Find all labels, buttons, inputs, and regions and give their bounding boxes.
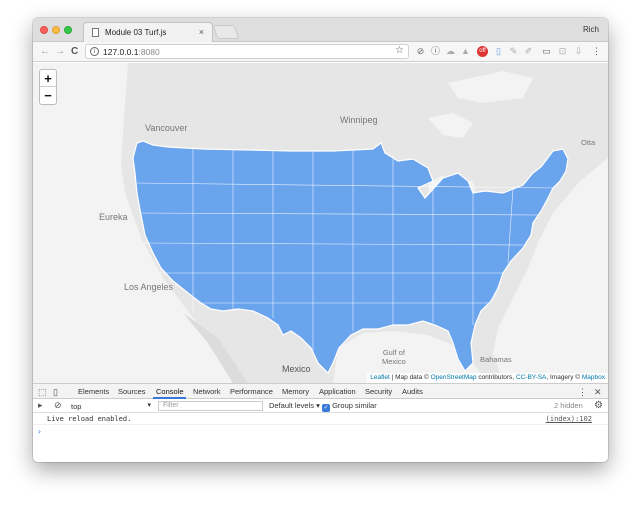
label-gulf-of-mexico: Gulf of Mexico bbox=[382, 348, 406, 366]
extension-off-icon[interactable]: off bbox=[477, 46, 488, 57]
console-toolbar: ▸ ⊘ top ▾ Filter Default levels ▾ ✓ Grou… bbox=[33, 399, 608, 413]
url-host: 127.0.0.1 bbox=[103, 47, 139, 57]
label-gulf-line2: Mexico bbox=[382, 357, 406, 366]
device-toolbar-icon[interactable]: ▯ bbox=[53, 387, 58, 398]
tab-security[interactable]: Security bbox=[365, 387, 392, 396]
devtools-close-icon[interactable]: ✕ bbox=[594, 387, 602, 398]
context-value: top bbox=[71, 402, 82, 411]
context-selector[interactable]: top ▾ bbox=[71, 401, 151, 412]
console-output[interactable]: Live reload enabled. (index):102 › bbox=[33, 413, 608, 462]
log-source-link[interactable]: (index):102 bbox=[546, 415, 592, 423]
extension-blocker-icon[interactable]: ⊘ bbox=[415, 46, 426, 57]
inspect-element-icon[interactable]: ⬚ bbox=[38, 387, 47, 398]
map-attribution: Leaflet | Map data © OpenStreetMap contr… bbox=[367, 373, 608, 383]
checkbox-checked-icon[interactable]: ✓ bbox=[322, 404, 330, 412]
extension-shield-icon[interactable]: ⊡ bbox=[557, 46, 568, 57]
page-icon bbox=[92, 28, 99, 37]
url-port: :8080 bbox=[138, 47, 160, 57]
log-text: Live reload enabled. bbox=[47, 415, 132, 423]
group-similar-label: Group similar bbox=[332, 401, 377, 410]
label-winnipeg: Winnipeg bbox=[340, 115, 378, 125]
cast-icon[interactable]: ▭ bbox=[541, 46, 552, 57]
window-minimize-button[interactable] bbox=[52, 26, 60, 34]
tab-performance[interactable]: Performance bbox=[230, 387, 273, 396]
tab-application[interactable]: Application bbox=[319, 387, 356, 396]
console-sidebar-icon[interactable]: ▸ bbox=[38, 400, 43, 411]
tab-memory[interactable]: Memory bbox=[282, 387, 309, 396]
tab-audits[interactable]: Audits bbox=[402, 387, 423, 396]
tab-network[interactable]: Network bbox=[193, 387, 221, 396]
chevron-down-icon: ▾ bbox=[147, 402, 151, 409]
tab-close-icon[interactable]: × bbox=[199, 27, 204, 37]
address-bar[interactable]: i 127.0.0.1:8080 ☆ bbox=[85, 44, 409, 59]
label-mexico: Mexico bbox=[282, 364, 311, 374]
attrib-text-1: | Map data © bbox=[389, 374, 431, 381]
tab-console[interactable]: Console bbox=[156, 387, 184, 396]
devtools-tab-bar: ⬚ ▯ Elements Sources Console Network Per… bbox=[33, 383, 608, 399]
zoom-in-button[interactable]: + bbox=[40, 70, 56, 87]
zoom-out-button[interactable]: − bbox=[40, 87, 56, 104]
label-bahamas: Bahamas bbox=[480, 355, 512, 364]
log-levels-dropdown[interactable]: Default levels ▾ bbox=[269, 401, 320, 410]
extension-download-icon[interactable]: ⇩ bbox=[573, 46, 584, 57]
extension-brush-icon[interactable]: ✐ bbox=[523, 46, 534, 57]
tab-sources[interactable]: Sources bbox=[118, 387, 146, 396]
tab-elements[interactable]: Elements bbox=[78, 387, 109, 396]
console-settings-icon[interactable]: ⚙ bbox=[594, 400, 603, 411]
window-maximize-button[interactable] bbox=[64, 26, 72, 34]
leaflet-link[interactable]: Leaflet bbox=[370, 374, 390, 381]
reload-button[interactable]: C bbox=[71, 45, 78, 59]
hidden-count: 2 hidden bbox=[554, 401, 583, 410]
url-text: 127.0.0.1:8080 bbox=[103, 47, 160, 57]
label-vancouver: Vancouver bbox=[145, 123, 188, 133]
extension-drive-icon[interactable]: ▲ bbox=[460, 46, 471, 57]
info-icon[interactable]: i bbox=[90, 47, 99, 56]
devtools-more-icon[interactable]: ⋮ bbox=[578, 387, 587, 398]
attrib-text-2: contributors, bbox=[476, 374, 516, 381]
mapbox-link[interactable]: Mapbox bbox=[582, 374, 605, 381]
basemap bbox=[33, 63, 608, 383]
attrib-text-3: , Imagery © bbox=[546, 374, 582, 381]
console-message: Live reload enabled. (index):102 bbox=[33, 413, 608, 425]
extension-doc-icon[interactable]: ▯ bbox=[493, 46, 504, 57]
browser-tab[interactable]: Module 03 Turf.js × bbox=[83, 22, 213, 43]
group-similar-toggle[interactable]: ✓ Group similar bbox=[322, 401, 377, 412]
new-tab-button[interactable] bbox=[212, 25, 240, 39]
browser-menu-icon[interactable]: ⋮ bbox=[591, 46, 602, 57]
zoom-control: + − bbox=[39, 69, 57, 105]
map-container[interactable]: Vancouver Winnipeg Eureka Los Angeles Me… bbox=[33, 63, 608, 383]
extension-info-icon[interactable]: ⓘ bbox=[430, 46, 441, 57]
clear-console-icon[interactable]: ⊘ bbox=[54, 400, 62, 411]
browser-window: Module 03 Turf.js × Rich ← → C i 127.0.0… bbox=[33, 18, 608, 462]
license-link[interactable]: CC-BY-SA bbox=[516, 374, 546, 381]
bookmark-star-icon[interactable]: ☆ bbox=[395, 45, 404, 56]
console-prompt[interactable]: › bbox=[37, 427, 42, 436]
profile-name[interactable]: Rich bbox=[583, 25, 599, 34]
tab-title: Module 03 Turf.js bbox=[105, 28, 167, 37]
window-close-button[interactable] bbox=[40, 26, 48, 34]
back-button[interactable]: ← bbox=[40, 45, 50, 59]
osm-link[interactable]: OpenStreetMap bbox=[431, 374, 477, 381]
label-los-angeles: Los Angeles bbox=[124, 282, 174, 292]
label-gulf-line1: Gulf of bbox=[382, 348, 405, 357]
browser-toolbar: ← → C i 127.0.0.1:8080 ☆ ⊘ ⓘ ☁ ▲ off ▯ ✎… bbox=[33, 42, 608, 62]
extension-cloud-icon[interactable]: ☁ bbox=[445, 46, 456, 57]
tab-bar: Module 03 Turf.js × Rich bbox=[33, 18, 608, 43]
extension-pen-icon[interactable]: ✎ bbox=[508, 46, 519, 57]
forward-button[interactable]: → bbox=[55, 45, 65, 59]
label-ottawa: Otta bbox=[581, 138, 596, 147]
label-eureka: Eureka bbox=[99, 212, 128, 222]
console-filter-input[interactable]: Filter bbox=[158, 401, 263, 411]
